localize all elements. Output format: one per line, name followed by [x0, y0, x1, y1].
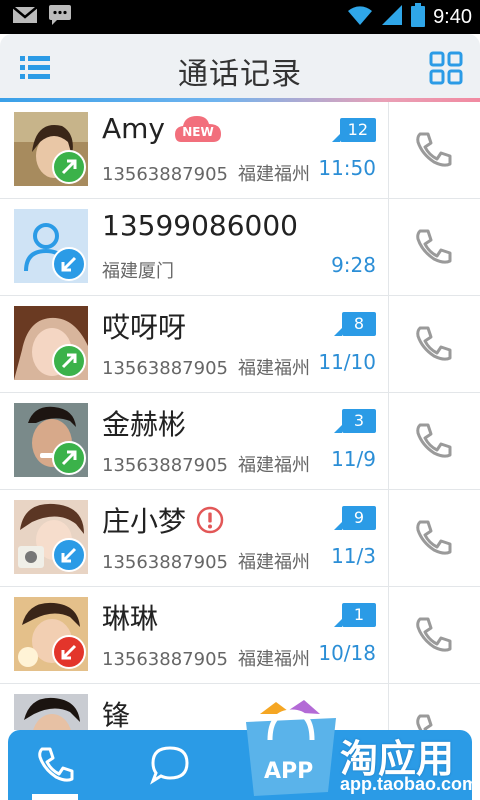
location: 福建福州 [237, 649, 310, 670]
clock: 9:40 [433, 5, 472, 28]
call-log-row[interactable]: 琳琳 13563887905 福建福州 1 10/18 [0, 587, 480, 684]
contact-details: 13563887905 福建福州 [102, 451, 310, 477]
location: 福建福州 [237, 552, 310, 573]
call-log-row[interactable]: 哎呀呀 13563887905 福建福州 8 11/10 [0, 296, 480, 393]
call-button[interactable] [388, 102, 480, 198]
grid-view-icon[interactable] [428, 50, 464, 86]
call-log-row[interactable]: 13599086000 福建厦门 9:28 [0, 199, 480, 296]
taobao-app-watermark: APP 淘应用 app.taobao.com [240, 700, 480, 800]
outgoing-call-icon [52, 344, 86, 378]
phone-number: 13563887905 [102, 455, 228, 476]
phone-number: 13563887905 [102, 164, 228, 185]
location: 福建福州 [237, 164, 310, 185]
incoming-call-icon [52, 247, 86, 281]
call-button[interactable] [388, 199, 480, 295]
contact-name: 庄小梦 [102, 500, 224, 540]
message-icon [48, 4, 72, 30]
call-log-row[interactable]: Amy NEW 13563887905 福建福州 12 11:50 [0, 102, 480, 199]
tab-calls[interactable] [26, 740, 86, 790]
phone-number: 13563887905 [102, 649, 228, 670]
call-time: 11:50 [318, 156, 376, 180]
svg-text:APP: APP [264, 759, 313, 784]
call-count-badge: 3 [334, 409, 376, 433]
page-title: 通话记录 [178, 57, 302, 92]
call-button[interactable] [388, 490, 480, 586]
call-count-badge: 12 [331, 118, 376, 142]
battery-icon [411, 3, 426, 31]
phone-icon [416, 617, 452, 652]
active-tab-indicator [32, 794, 78, 800]
call-button[interactable] [388, 393, 480, 489]
signal-icon [381, 4, 403, 30]
call-time: 11/10 [318, 350, 376, 374]
phone-icon [416, 132, 452, 167]
incoming-call-icon [52, 538, 86, 572]
location: 福建福州 [237, 455, 310, 476]
location: 福建厦门 [102, 261, 174, 282]
phone-icon [416, 326, 452, 361]
missed-call-icon [52, 635, 86, 669]
call-button[interactable] [388, 587, 480, 683]
watermark-url: app.taobao.com [340, 774, 479, 794]
avatar [14, 694, 88, 730]
contact-name: 13599086000 [102, 209, 298, 242]
mail-icon [12, 5, 38, 29]
call-time: 9:28 [331, 253, 376, 277]
call-count-badge: 9 [334, 506, 376, 530]
phone-number: 13563887905 [102, 358, 228, 379]
chat-bubble-icon [150, 746, 189, 785]
phone-icon [416, 423, 452, 458]
call-count-badge: 1 [334, 603, 376, 627]
call-time: 11/9 [331, 447, 376, 471]
contact-details: 福建厦门 [102, 257, 174, 283]
phone-icon [416, 520, 452, 555]
outgoing-call-icon [52, 441, 86, 475]
contact-name: 锋 [102, 699, 131, 730]
outgoing-call-icon [52, 150, 86, 184]
contact-details: 13563887905 福建福州 [102, 160, 310, 186]
status-bar: 9:40 [0, 0, 480, 34]
phone-icon [416, 229, 452, 264]
tab-messages[interactable] [140, 740, 200, 790]
contact-name: Amy NEW [102, 112, 221, 145]
call-log-list: Amy NEW 13563887905 福建福州 12 11:50 135990… [0, 102, 480, 730]
phone-number: 13563887905 [102, 552, 228, 573]
contact-name: 哎呀呀 [102, 311, 187, 344]
contact-name: 金赫彬 [102, 408, 187, 441]
contact-details: 13563887905 福建福州 [102, 354, 310, 380]
call-count-badge: 8 [334, 312, 376, 336]
call-time: 10/18 [318, 641, 376, 665]
alert-icon [196, 506, 224, 534]
contact-name: 琳琳 [102, 602, 159, 635]
phone-icon [38, 747, 74, 782]
call-time: 11/3 [331, 544, 376, 568]
contact-details: 13563887905 福建福州 [102, 645, 310, 671]
contact-details: 13563887905 福建福州 [102, 548, 310, 574]
call-log-row[interactable]: 金赫彬 13563887905 福建福州 3 11/9 [0, 393, 480, 490]
wifi-icon [347, 4, 373, 30]
location: 福建福州 [237, 358, 310, 379]
call-log-row[interactable]: 庄小梦 13563887905 福建福州 9 11/3 [0, 490, 480, 587]
app-header: 通话记录 [0, 34, 480, 100]
shopping-bag-icon: APP [246, 700, 336, 796]
new-badge-icon: NEW [175, 114, 221, 144]
call-button[interactable] [388, 296, 480, 392]
